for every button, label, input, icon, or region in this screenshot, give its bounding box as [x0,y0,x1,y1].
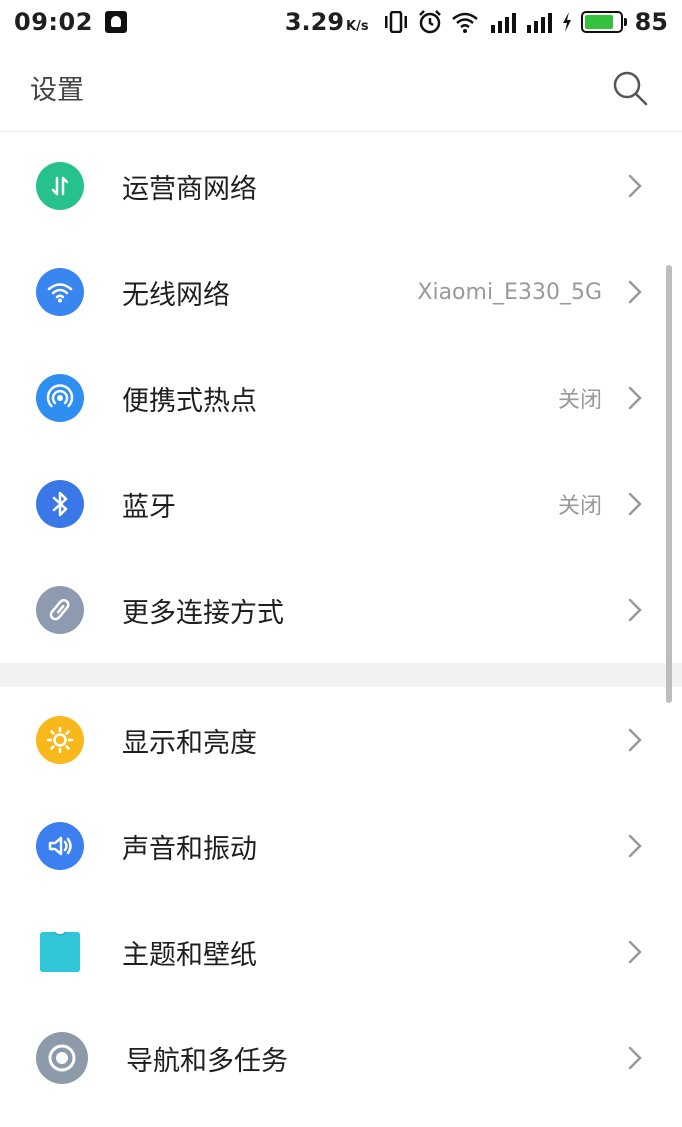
scrollbar[interactable] [666,265,672,703]
battery-percent: 85 [634,8,668,36]
settings-item-label: 便携式热点 [122,385,257,417]
settings-item-bluetooth[interactable]: 蓝牙 关闭 [0,451,682,557]
page-title: 设置 [30,75,84,106]
charging-icon [561,11,573,33]
chevron-right-icon [628,280,642,304]
status-bar: 09:02 3.29 K/s 85 [0,0,682,44]
mobile-data-icon [36,162,84,210]
settings-group-connections: 运营商网络 无线网络 Xiaomi_E330_5G 便携式热点 关闭 蓝牙 关闭 [0,133,682,663]
chevron-right-icon [628,728,642,752]
search-icon [613,71,648,105]
chevron-right-icon [628,834,642,858]
signal-3g-icon [487,10,517,34]
settings-item-label: 运营商网络 [122,173,257,205]
settings-item-label: 更多连接方式 [122,597,284,629]
link-icon [36,586,84,634]
settings-item-theme[interactable]: 主题和壁纸 [0,899,682,1005]
battery-icon [580,11,627,33]
search-button[interactable] [608,66,652,110]
signal-icon [525,10,553,34]
settings-item-label: 主题和壁纸 [122,939,257,971]
settings-item-label: 导航和多任务 [126,1045,288,1077]
group-divider [0,663,682,687]
settings-item-carrier-network[interactable]: 运营商网络 [0,133,682,239]
chevron-right-icon [628,598,642,622]
battery-fill [584,15,614,29]
wifi-status-icon [451,10,479,34]
settings-item-label: 显示和亮度 [122,727,257,759]
settings-item-hotspot[interactable]: 便携式热点 关闭 [0,345,682,451]
settings-item-more-connections[interactable]: 更多连接方式 [0,557,682,663]
settings-item-display[interactable]: 显示和亮度 [0,687,682,793]
network-speed-value: 3.29 [284,8,345,36]
navigation-icon [36,1032,88,1084]
chevron-right-icon [628,940,642,964]
settings-item-value: 关闭 [557,494,602,519]
settings-list: 运营商网络 无线网络 Xiaomi_E330_5G 便携式热点 关闭 蓝牙 关闭 [0,133,682,1111]
chevron-right-icon [628,1046,642,1070]
bluetooth-icon [36,480,84,528]
settings-item-wifi[interactable]: 无线网络 Xiaomi_E330_5G [0,239,682,345]
network-speed: 3.29 K/s [285,8,375,36]
settings-item-value: 关闭 [557,388,602,413]
status-time: 09:02 [14,8,93,36]
hotspot-icon [36,374,84,422]
vibrate-icon [383,11,409,33]
settings-group-device: 显示和亮度 声音和振动 主题和壁纸 导航和多任务 [0,687,682,1111]
settings-item-navigation[interactable]: 导航和多任务 [0,1005,682,1111]
settings-item-label: 无线网络 [122,279,230,311]
network-speed-unit: K/s [346,19,369,34]
settings-item-label: 蓝牙 [122,491,176,523]
settings-item-sound[interactable]: 声音和振动 [0,793,682,899]
alarm-icon [417,9,443,35]
brightness-icon [36,716,84,764]
chevron-right-icon [628,492,642,516]
settings-item-value: Xiaomi_E330_5G [417,279,602,305]
chevron-right-icon [628,386,642,410]
sound-icon [36,822,84,870]
app-header: 设置 [0,44,682,132]
status-right: 3.29 K/s 85 [285,8,668,36]
theme-icon [36,928,84,976]
chevron-right-icon [628,174,642,198]
notification-icon [104,11,127,33]
settings-item-label: 声音和振动 [122,833,257,865]
wifi-icon [36,268,84,316]
